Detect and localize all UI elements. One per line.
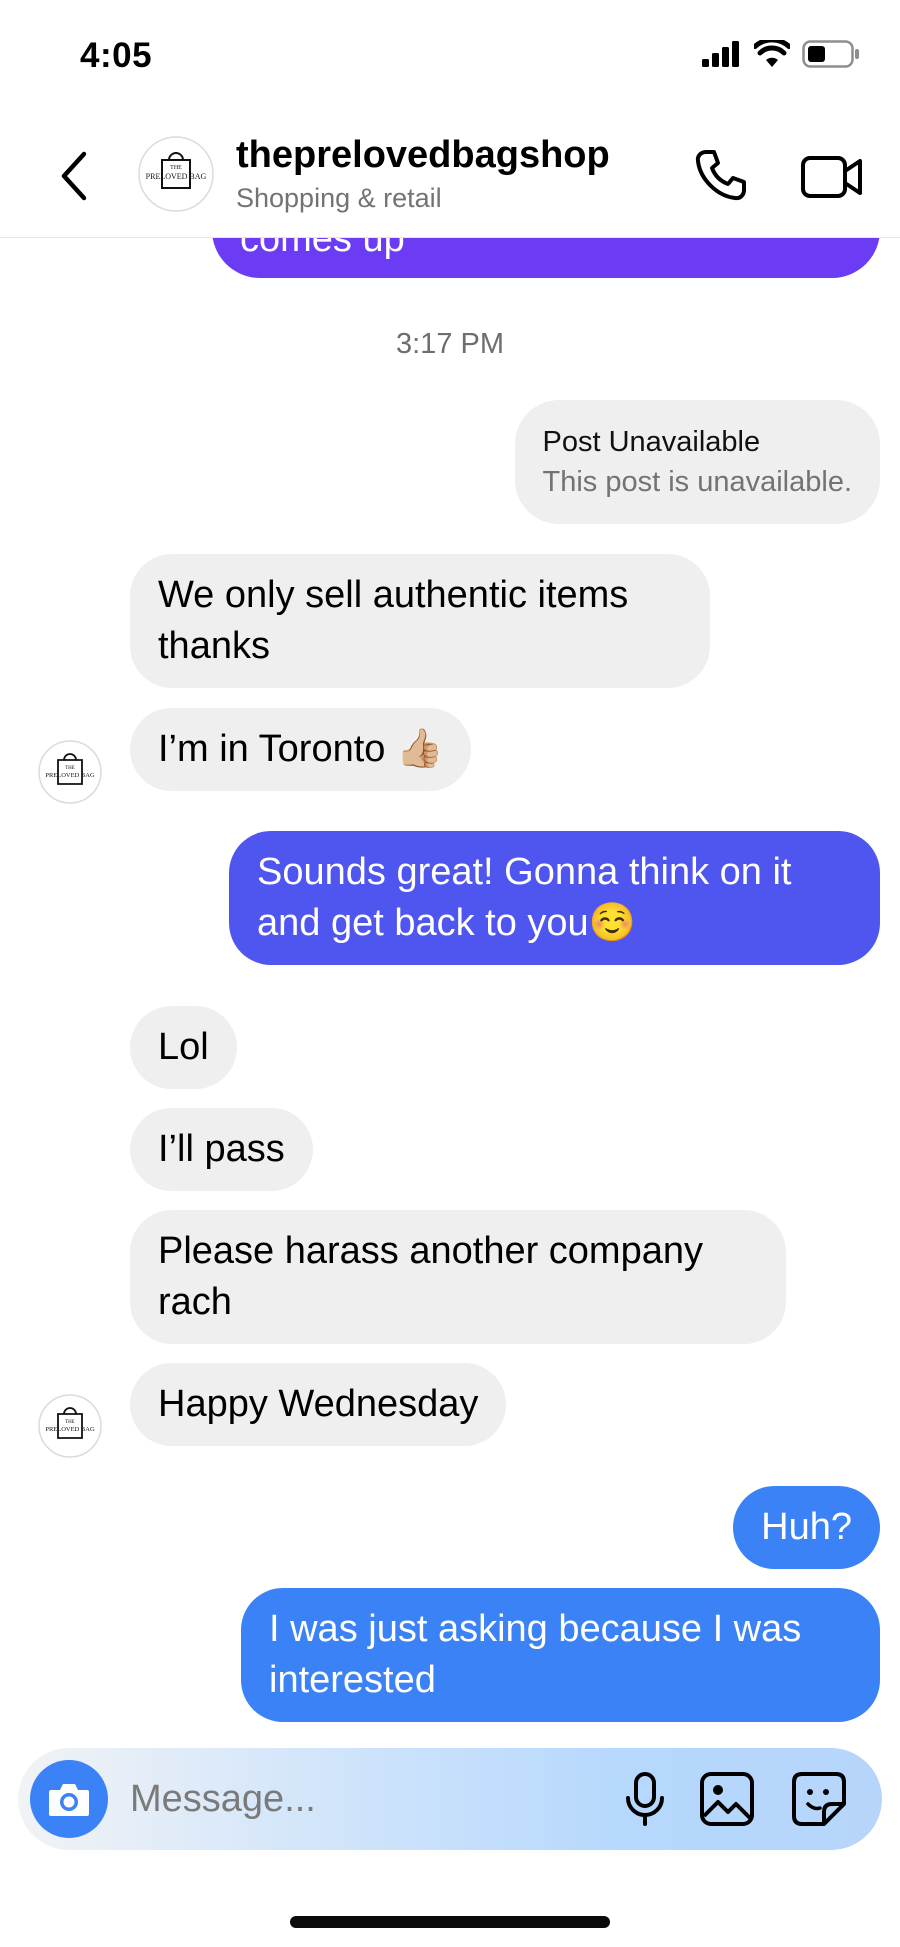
message-timestamp: 3:17 PM (396, 328, 504, 360)
account-name[interactable]: theprelovedbagshop (236, 134, 610, 177)
conversation-header: THE PRELOVED BAG theprelovedbagshop Shop… (0, 110, 900, 238)
svg-text:PRELOVED BAG: PRELOVED BAG (45, 1426, 95, 1433)
chevron-left-icon (61, 151, 87, 201)
svg-text:PRELOVED BAG: PRELOVED BAG (146, 172, 207, 181)
svg-text:THE: THE (65, 766, 75, 771)
message-input[interactable] (130, 1774, 490, 1824)
message-text: We only sell authentic items thanks (158, 574, 629, 667)
message-text: Sounds great! Gonna think on it and get … (257, 851, 792, 944)
sticker-button[interactable] (790, 1770, 848, 1828)
message-text: comes up (240, 238, 405, 260)
message-bubble-outgoing[interactable]: I was just asking because I was interest… (241, 1588, 880, 1722)
camera-button[interactable] (30, 1760, 108, 1838)
sender-avatar[interactable]: THE PRELOVED BAG (38, 1394, 102, 1458)
image-icon (700, 1772, 754, 1826)
status-bar: 4:05 (0, 0, 900, 110)
battery-icon (802, 40, 859, 68)
status-icons (702, 40, 860, 68)
shared-post-title: Post Unavailable (542, 426, 761, 458)
svg-text:THE: THE (170, 165, 182, 171)
status-time: 4:05 (80, 36, 153, 75)
message-thread[interactable]: comes up 3:17 PM Post Unavailable This p… (0, 238, 900, 1738)
message-bubble-outgoing[interactable]: Sounds great! Gonna think on it and get … (229, 831, 880, 965)
message-bubble-incoming[interactable]: Happy Wednesday (130, 1363, 507, 1446)
avatar[interactable]: THE PRELOVED BAG (138, 136, 214, 212)
message-bubble-outgoing[interactable]: Huh? (733, 1486, 880, 1569)
message-text: I was just asking because I was interest… (269, 1608, 802, 1701)
wifi-icon (754, 40, 790, 67)
message-bubble-incoming[interactable]: We only sell authentic items thanks (130, 554, 710, 688)
video-call-button[interactable] (800, 146, 866, 206)
back-button[interactable] (52, 146, 96, 206)
audio-call-button[interactable] (690, 146, 750, 206)
sender-avatar[interactable]: THE PRELOVED BAG (38, 740, 102, 804)
message-bubble-incoming[interactable]: Lol (130, 1006, 237, 1089)
phone-icon (695, 150, 746, 201)
svg-text:THE: THE (65, 1420, 75, 1425)
message-text: Lol (158, 1026, 209, 1068)
voice-message-button[interactable] (616, 1770, 674, 1828)
message-text: I’m in Toronto 👍🏼 (158, 728, 444, 770)
shared-post-subtitle: This post is unavailable. (542, 466, 853, 498)
sticker-icon (792, 1772, 846, 1826)
shared-post-card[interactable]: Post Unavailable This post is unavailabl… (514, 400, 880, 524)
message-text: Huh? (761, 1506, 852, 1548)
gallery-button[interactable] (698, 1770, 756, 1828)
message-text: Please harass another company rach (158, 1230, 703, 1323)
camera-icon (49, 1784, 89, 1816)
message-bubble-outgoing[interactable]: comes up (212, 238, 880, 278)
home-indicator[interactable] (290, 1916, 610, 1928)
account-category: Shopping & retail (236, 183, 442, 213)
message-text: I’ll pass (158, 1128, 285, 1170)
message-text: Happy Wednesday (158, 1383, 479, 1425)
svg-text:PRELOVED BAG: PRELOVED BAG (45, 772, 95, 779)
message-bubble-incoming[interactable]: Please harass another company rach (130, 1210, 786, 1344)
message-bubble-incoming[interactable]: I’m in Toronto 👍🏼 (130, 708, 472, 791)
message-bubble-incoming[interactable]: I’ll pass (130, 1108, 313, 1191)
cellular-signal-icon (702, 41, 739, 67)
message-composer (18, 1748, 882, 1850)
video-camera-icon (801, 156, 862, 198)
microphone-icon (626, 1772, 664, 1826)
